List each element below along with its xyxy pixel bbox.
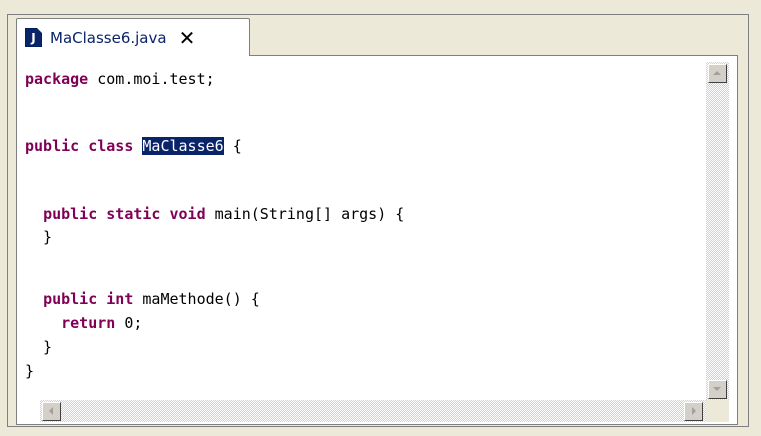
code-line[interactable]: package com.moi.test; [25,69,215,89]
code-keyword: int [106,290,134,308]
scroll-down-button[interactable] [708,380,727,399]
code-line[interactable]: public class MaClasse6 { [25,136,242,156]
code-editor[interactable] [16,55,738,425]
code-token: com.moi.test; [88,70,215,88]
scroll-left-button[interactable] [42,402,61,421]
code-line[interactable]: return 0; [25,313,142,333]
code-line[interactable]: } [25,227,52,247]
java-file-icon: J [25,28,42,47]
code-token: } [25,362,35,380]
code-line[interactable]: public static void main(String[] args) { [25,204,404,224]
scroll-up-arrow-icon [713,71,721,75]
scroll-right-arrow-icon [692,407,696,415]
code-keyword: public [25,137,80,155]
scroll-up-button[interactable] [708,64,727,83]
code-keyword: public [43,290,98,308]
code-line[interactable]: } [25,361,34,381]
code-keyword: static [106,205,161,223]
scroll-left-arrow-icon [49,407,53,415]
scrollbar-corner [706,400,729,422]
code-keyword: return [61,314,116,332]
code-token: 0; [115,314,143,332]
code-token: { [223,137,242,155]
horizontal-scrollbar[interactable] [40,400,706,422]
editor-tab-label: MaClasse6.java [50,28,167,47]
code-line[interactable]: } [25,337,52,357]
code-keyword: package [25,70,89,88]
vertical-scrollbar[interactable] [706,62,729,401]
code-keyword: public [43,205,98,223]
code-keyword: void [169,205,206,223]
code-token: main(String[] args) { [205,205,405,223]
editor-tab-maclasse6[interactable]: J MaClasse6.java ✕ [16,18,250,56]
scroll-down-arrow-icon [713,387,721,391]
code-token: } [25,338,53,356]
code-selection: MaClasse6 [142,137,224,155]
scroll-right-button[interactable] [684,402,703,421]
code-token: maMethode() { [133,290,260,308]
code-keyword: class [88,137,134,155]
close-icon[interactable]: ✕ [179,28,196,48]
code-line[interactable]: public int maMethode() { [25,289,260,309]
code-token: } [25,228,53,246]
